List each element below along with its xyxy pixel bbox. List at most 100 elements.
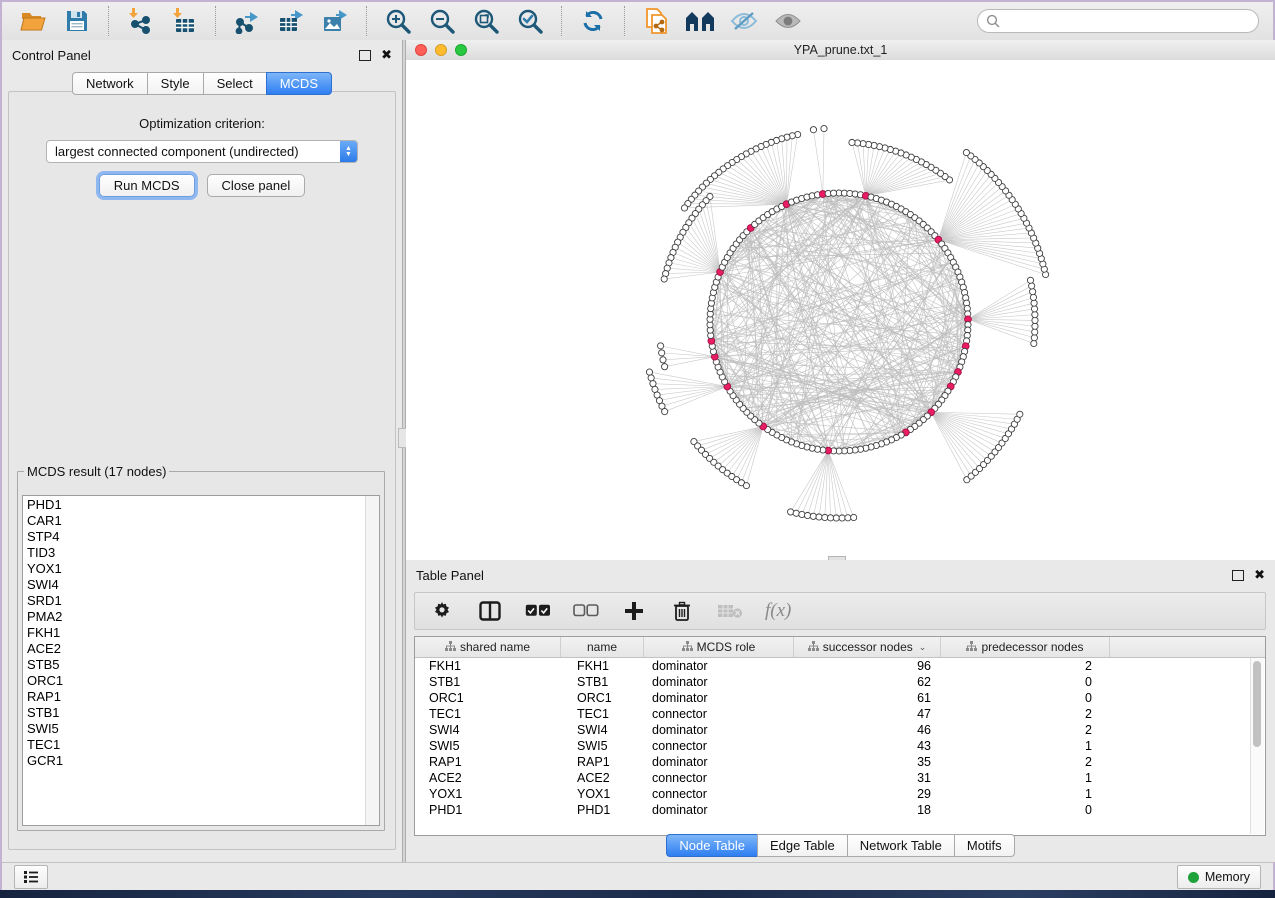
attribute-tree-icon [445,640,456,654]
mcds-result-item[interactable]: YOX1 [27,561,379,577]
select-all-icon[interactable] [525,598,551,624]
tab-network[interactable]: Network [72,72,147,95]
table-row[interactable]: STB1STB1dominator620 [415,674,1265,690]
table-cell: 31 [794,770,941,786]
open-file-icon[interactable] [16,6,50,36]
table-cell: 0 [941,674,1110,690]
table-row[interactable]: ACE2ACE2connector311 [415,770,1265,786]
table-row[interactable]: RAP1RAP1dominator352 [415,754,1265,770]
delete-table-icon [717,598,743,624]
search-box[interactable] [977,9,1259,33]
zoom-selected-icon[interactable] [513,6,547,36]
mcds-result-item[interactable]: CAR1 [27,513,379,529]
network-window-titlebar[interactable]: YPA_prune.txt_1 [406,40,1275,61]
search-icon [986,14,1000,28]
table-cell: PHD1 [415,802,561,818]
network-canvas[interactable] [406,60,1275,560]
copy-network-icon[interactable] [639,6,673,36]
mcds-result-item[interactable]: FKH1 [27,625,379,641]
table-row[interactable]: SWI5SWI5connector431 [415,738,1265,754]
table-cell: YOX1 [561,786,644,802]
mcds-result-item[interactable]: RAP1 [27,689,379,705]
column-header-name[interactable]: name [561,637,644,657]
mcds-result-item[interactable]: STB5 [27,657,379,673]
network-view-window: YPA_prune.txt_1 [406,40,1275,560]
mcds-result-list[interactable]: PHD1CAR1STP4TID3YOX1SWI4SRD1PMA2FKH1ACE2… [22,495,380,826]
table-row[interactable]: TEC1TEC1connector472 [415,706,1265,722]
zoom-fit-icon[interactable] [469,6,503,36]
criterion-dropdown[interactable]: largest connected component (undirected)… [46,140,358,163]
mcds-result-item[interactable]: STP4 [27,529,379,545]
tab-style[interactable]: Style [147,72,203,95]
close-table-panel-icon[interactable]: ✖ [1254,570,1265,580]
unselect-all-icon[interactable] [573,598,599,624]
table-cell: SWI4 [561,722,644,738]
mcds-result-item[interactable]: SWI4 [27,577,379,593]
node-table[interactable]: shared namenameMCDS rolesuccessor nodes⌄… [414,636,1266,836]
table-row[interactable]: PHD1PHD1dominator180 [415,802,1265,818]
show-columns-icon[interactable] [477,598,503,624]
mcds-result-item[interactable]: ACE2 [27,641,379,657]
float-table-panel-icon[interactable] [1232,570,1244,581]
tab-mcds[interactable]: MCDS [266,72,332,95]
run-mcds-button[interactable]: Run MCDS [99,174,195,197]
mcds-result-item[interactable]: TID3 [27,545,379,561]
export-image-icon[interactable] [318,6,352,36]
memory-button[interactable]: Memory [1177,865,1261,889]
table-cell: connector [644,738,794,754]
column-header-shared-name[interactable]: shared name [415,637,561,657]
tab-motifs[interactable]: Motifs [954,834,1015,857]
table-panel: Table Panel ✖ f(x) shared namenameMCD [406,560,1275,862]
add-row-icon[interactable] [621,598,647,624]
mcds-result-item[interactable]: PHD1 [27,497,379,513]
mcds-result-item[interactable]: GCR1 [27,753,379,769]
refresh-layout-icon[interactable] [576,6,610,36]
mcds-result-item[interactable]: ORC1 [27,673,379,689]
tab-node-table[interactable]: Node Table [666,834,757,857]
show-all-icon[interactable] [771,6,805,36]
table-cell: dominator [644,802,794,818]
zoom-out-icon[interactable] [425,6,459,36]
mcds-result-title: MCDS result (17 nodes) [24,464,169,479]
column-header-predecessor-nodes[interactable]: predecessor nodes [941,637,1110,657]
table-cell: TEC1 [561,706,644,722]
table-cell: 2 [941,722,1110,738]
close-panel-button[interactable]: Close panel [207,174,306,197]
zoom-in-icon[interactable] [381,6,415,36]
export-network-icon[interactable] [230,6,264,36]
hide-selected-icon[interactable] [727,6,761,36]
task-manager-button[interactable] [14,865,48,889]
mcds-result-item[interactable]: TEC1 [27,737,379,753]
import-network-icon[interactable] [123,6,157,36]
delete-row-icon[interactable] [669,598,695,624]
export-table-icon[interactable] [274,6,308,36]
tab-select[interactable]: Select [203,72,266,95]
table-row[interactable]: FKH1FKH1dominator962 [415,658,1265,674]
save-session-icon[interactable] [60,6,94,36]
mcds-result-item[interactable]: SWI5 [27,721,379,737]
table-row[interactable]: SWI4SWI4dominator462 [415,722,1265,738]
tab-edge-table[interactable]: Edge Table [757,834,847,857]
table-cell: 29 [794,786,941,802]
table-cell: TEC1 [415,706,561,722]
mcds-result-item[interactable]: SRD1 [27,593,379,609]
column-header-MCDS-role[interactable]: MCDS role [644,637,794,657]
mcds-result-item[interactable]: STB1 [27,705,379,721]
table-scrollbar[interactable] [1250,658,1264,834]
table-row[interactable]: YOX1YOX1connector291 [415,786,1265,802]
status-bar: Memory [2,862,1273,891]
close-panel-icon[interactable]: ✖ [381,50,392,60]
mcds-list-scrollbar[interactable] [365,496,379,825]
first-neighbors-icon[interactable] [683,6,717,36]
column-header-successor-nodes[interactable]: successor nodes⌄ [794,637,941,657]
table-row[interactable]: ORC1ORC1dominator610 [415,690,1265,706]
tab-network-table[interactable]: Network Table [847,834,954,857]
search-input[interactable] [1006,13,1250,29]
table-scrollbar-thumb[interactable] [1253,661,1261,747]
import-table-icon[interactable] [167,6,201,36]
float-panel-icon[interactable] [359,50,371,61]
mcds-result-item[interactable]: PMA2 [27,609,379,625]
settings-gear-icon[interactable] [429,598,455,624]
table-cell: 1 [941,770,1110,786]
attribute-tree-icon [966,640,977,654]
